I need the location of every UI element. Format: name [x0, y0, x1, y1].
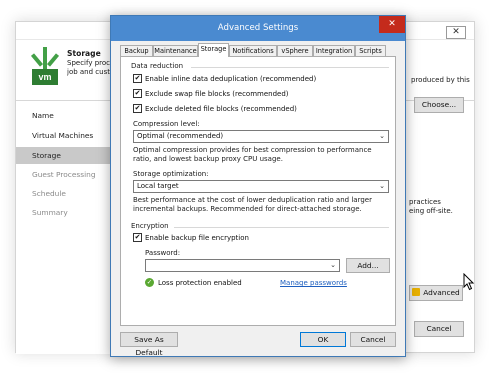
- check-circle-icon: ✓: [145, 278, 154, 287]
- nav-item-guest-processing[interactable]: Guest Processing: [16, 166, 113, 183]
- side-text: practices eing off-site.: [409, 198, 453, 215]
- nav-item-virtual-machines[interactable]: Virtual Machines: [16, 127, 113, 144]
- wizard-cancel-button[interactable]: Cancel: [414, 321, 464, 337]
- compression-label: Compression level:: [133, 120, 200, 128]
- nav-item-schedule[interactable]: Schedule: [16, 185, 113, 202]
- exclude-deleted-label: Exclude deleted file blocks (recommended…: [145, 105, 297, 113]
- ok-button[interactable]: OK: [300, 332, 346, 347]
- password-select[interactable]: ⌄: [145, 259, 340, 272]
- tab-storage[interactable]: Storage: [198, 43, 229, 57]
- group-divider: [191, 67, 389, 68]
- storage-tab-panel: Data reduction ✔ Enable inline data dedu…: [120, 56, 396, 326]
- exclude-swap-label: Exclude swap file blocks (recommended): [145, 90, 289, 98]
- advanced-settings-dialog: Advanced Settings ✕ Backup Maintenance S…: [110, 15, 406, 357]
- storage-optimization-select[interactable]: Local target ⌄: [133, 180, 389, 193]
- choose-button[interactable]: Choose...: [414, 97, 464, 113]
- encryption-label: Enable backup file encryption: [145, 234, 249, 242]
- tab-backup[interactable]: Backup: [120, 45, 153, 56]
- inline-dedup-label: Enable inline data deduplication (recomm…: [145, 75, 317, 83]
- compression-select[interactable]: Optimal (recommended) ⌄: [133, 130, 389, 143]
- exclude-swap-checkbox[interactable]: ✔: [133, 89, 142, 98]
- exclude-deleted-checkbox[interactable]: ✔: [133, 104, 142, 113]
- group-divider: [174, 227, 389, 228]
- dialog-title: Advanced Settings: [111, 16, 405, 41]
- tab-maintenance[interactable]: Maintenance: [153, 45, 198, 56]
- chevron-down-icon: ⌄: [379, 132, 385, 140]
- tab-scripts[interactable]: Scripts: [355, 45, 386, 56]
- password-label: Password:: [145, 249, 181, 257]
- nav-item-summary[interactable]: Summary: [16, 204, 113, 221]
- tab-integration[interactable]: Integration: [313, 45, 355, 56]
- save-as-default-button[interactable]: Save As Default: [120, 332, 178, 357]
- vm-logo-icon: vm: [30, 47, 60, 93]
- add-password-button[interactable]: Add...: [346, 258, 390, 273]
- inline-dedup-checkbox[interactable]: ✔: [133, 74, 142, 83]
- compression-description: Optimal compression provides for best co…: [133, 146, 372, 163]
- manage-passwords-link[interactable]: Manage passwords: [280, 279, 347, 287]
- header-title: Storage: [67, 49, 101, 58]
- encryption-heading: Encryption: [131, 222, 169, 230]
- nav-item-name[interactable]: Name: [16, 107, 113, 124]
- chevron-down-icon: ⌄: [330, 261, 336, 269]
- mouse-cursor-icon: [463, 273, 475, 291]
- data-reduction-heading: Data reduction: [131, 62, 184, 70]
- cancel-button[interactable]: Cancel: [350, 332, 396, 347]
- advanced-settings-icon: [412, 288, 421, 296]
- storage-optimization-description: Best performance at the cost of lower de…: [133, 196, 372, 213]
- wizard-nav: Name Virtual Machines Storage Guest Proc…: [16, 101, 113, 354]
- loss-protection-status: Loss protection enabled: [158, 279, 242, 287]
- dialog-close-button[interactable]: ✕: [379, 16, 405, 33]
- header-description-right: produced by this: [411, 76, 470, 84]
- nav-item-storage[interactable]: Storage: [16, 147, 113, 164]
- tab-vsphere[interactable]: vSphere: [277, 45, 313, 56]
- wizard-close-button[interactable]: ✕: [446, 26, 466, 39]
- encryption-checkbox[interactable]: ✔: [133, 233, 142, 242]
- advanced-button[interactable]: Advanced: [409, 285, 463, 301]
- storage-optimization-label: Storage optimization:: [133, 170, 209, 178]
- tab-notifications[interactable]: Notifications: [229, 45, 277, 56]
- chevron-down-icon: ⌄: [379, 182, 385, 190]
